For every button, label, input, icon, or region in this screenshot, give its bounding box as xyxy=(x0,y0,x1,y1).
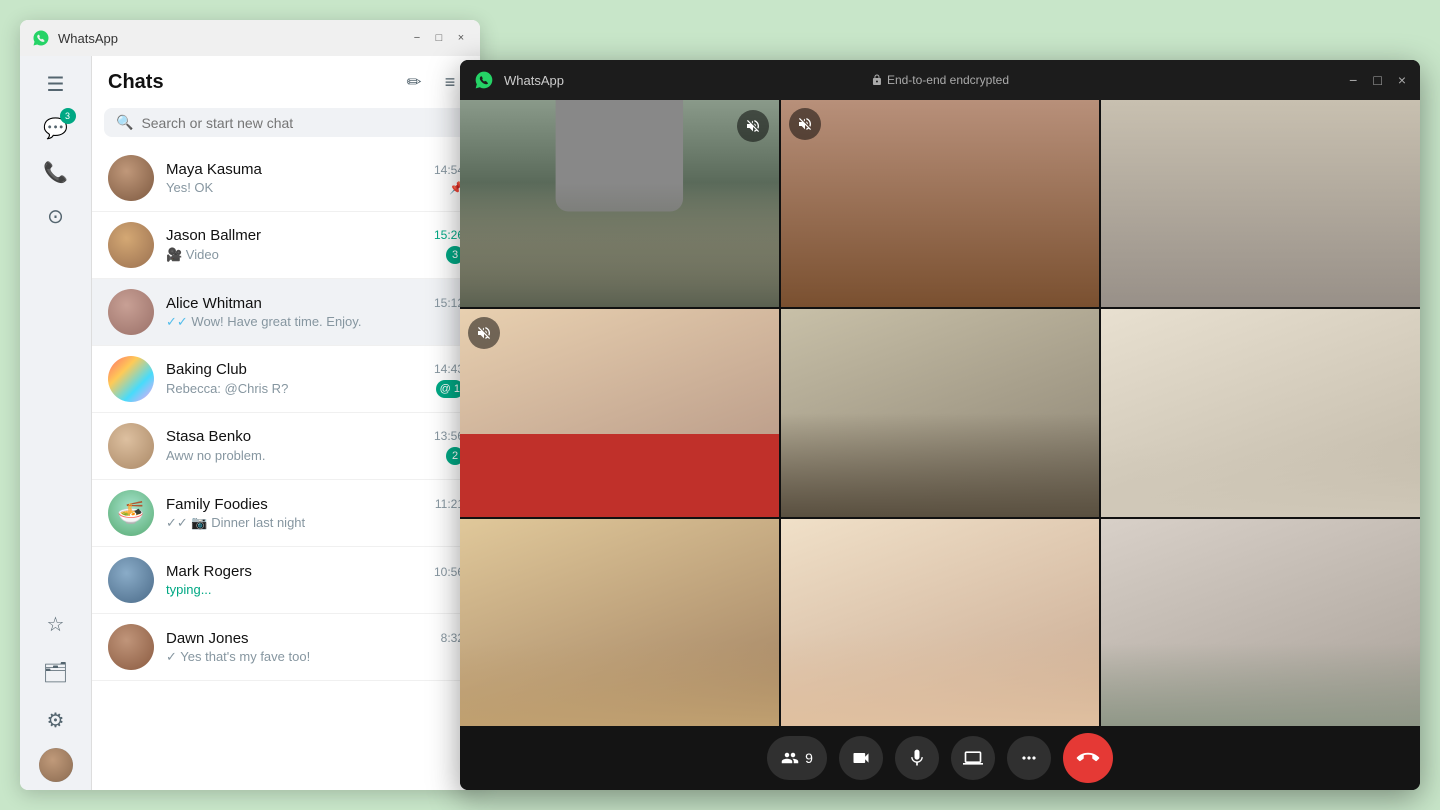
video-cell-9 xyxy=(1101,519,1420,726)
chat-list-header: Chats ✏ ≡ xyxy=(92,56,480,104)
vc-minimize-button[interactable]: − xyxy=(1349,72,1357,88)
mute-indicator-4 xyxy=(468,317,500,349)
chat-item-stasa[interactable]: Stasa Benko 13:56 Aww no problem. 2 xyxy=(92,413,480,480)
chat-name: Stasa Benko xyxy=(166,428,251,445)
chat-info-dawn: Dawn Jones 8:32 ✓ Yes that's my fave too… xyxy=(166,630,464,665)
chat-info-baking: Baking Club 14:43 Rebecca: @Chris R? @ 1 xyxy=(166,361,464,398)
avatar-dawn xyxy=(108,624,154,670)
chat-info-family: Family Foodies 11:21 ✓✓ 📷 Dinner last ni… xyxy=(166,496,464,531)
chat-name: Baking Club xyxy=(166,361,247,378)
vc-whatsapp-logo xyxy=(474,70,494,90)
video-call-window: WhatsApp End-to-end endcrypted − □ × xyxy=(460,60,1420,790)
search-input[interactable] xyxy=(141,115,456,131)
video-cell-7 xyxy=(460,519,779,726)
avatar-jason xyxy=(108,222,154,268)
chat-name: Dawn Jones xyxy=(166,630,249,647)
video-cell-3 xyxy=(1101,100,1420,307)
chat-preview: Yes! OK xyxy=(166,180,213,195)
titlebar: WhatsApp − □ × xyxy=(20,20,480,56)
participants-count: 9 xyxy=(805,750,813,766)
chat-info-alice: Alice Whitman 15:12 ✓✓ Wow! Have great t… xyxy=(166,295,464,330)
video-cell-6 xyxy=(1101,309,1420,516)
video-toggle-button[interactable] xyxy=(839,736,883,780)
chat-panel: Chats ✏ ≡ 🔍 Maya Kasuma 14:54 Ye xyxy=(92,56,480,790)
chat-preview: typing... xyxy=(166,582,212,597)
mic-button[interactable] xyxy=(895,736,939,780)
chat-item-dawn[interactable]: Dawn Jones 8:32 ✓ Yes that's my fave too… xyxy=(92,614,480,681)
sidebar-bottom: ☆ 🗂 ⚙ xyxy=(36,604,76,782)
avatar-baking xyxy=(108,356,154,402)
vc-maximize-button[interactable]: □ xyxy=(1373,72,1381,88)
maximize-button[interactable]: □ xyxy=(432,31,446,45)
sidebar-item-archived[interactable]: 🗂 xyxy=(36,652,76,692)
chat-info-stasa: Stasa Benko 13:56 Aww no problem. 2 xyxy=(166,428,464,465)
video-grid xyxy=(460,100,1420,726)
encrypted-label: End-to-end endcrypted xyxy=(887,73,1009,87)
search-bar: 🔍 xyxy=(104,108,468,137)
chat-item-alice[interactable]: Alice Whitman 15:12 ✓✓ Wow! Have great t… xyxy=(92,279,480,346)
video-cell-8 xyxy=(781,519,1100,726)
avatar-mark xyxy=(108,557,154,603)
chat-item-mark[interactable]: Mark Rogers 10:56 typing... xyxy=(92,547,480,614)
chat-preview: ✓✓ 📷 Dinner last night xyxy=(166,515,305,531)
new-chat-icon[interactable]: ✏ xyxy=(400,68,428,96)
avatar-stasa xyxy=(108,423,154,469)
chat-name: Maya Kasuma xyxy=(166,161,262,178)
chat-name: Mark Rogers xyxy=(166,563,252,580)
chats-title: Chats xyxy=(108,71,164,94)
participants-button[interactable]: 9 xyxy=(767,736,827,780)
video-cell-4 xyxy=(460,309,779,516)
chat-preview: 🎥 Video xyxy=(166,247,219,263)
chat-preview: Rebecca: @Chris R? xyxy=(166,381,288,396)
search-icon: 🔍 xyxy=(116,114,133,131)
chat-info-jason: Jason Ballmer 15:26 🎥 Video 3 xyxy=(166,227,464,264)
mute-indicator-1 xyxy=(737,110,769,142)
whatsapp-logo-icon xyxy=(32,29,50,47)
window-controls: − □ × xyxy=(410,31,468,45)
mute-indicator-2 xyxy=(789,108,821,140)
user-avatar[interactable] xyxy=(39,748,73,782)
avatar-alice xyxy=(108,289,154,335)
chat-item-maya[interactable]: Maya Kasuma 14:54 Yes! OK 📌 xyxy=(92,145,480,212)
sidebar-item-calls[interactable]: 📞 xyxy=(36,152,76,192)
sidebar-item-menu[interactable]: ☰ xyxy=(36,64,76,104)
minimize-button[interactable]: − xyxy=(410,31,424,45)
avatar-maya xyxy=(108,155,154,201)
sidebar-item-status[interactable]: ⊙ xyxy=(36,196,76,236)
vc-window-controls: − □ × xyxy=(1349,72,1406,88)
chat-item-jason[interactable]: Jason Ballmer 15:26 🎥 Video 3 xyxy=(92,212,480,279)
chat-preview: Aww no problem. xyxy=(166,448,265,463)
video-cell-1 xyxy=(460,100,779,307)
chats-badge: 3 xyxy=(60,108,76,124)
chat-name: Jason Ballmer xyxy=(166,227,261,244)
chat-name: Family Foodies xyxy=(166,496,268,513)
sidebar: ☰ 💬 3 📞 ⊙ ☆ 🗂 ⚙ xyxy=(20,56,92,790)
chat-preview: ✓ Yes that's my fave too! xyxy=(166,649,310,665)
window-title: WhatsApp xyxy=(58,31,402,46)
screen-share-button[interactable] xyxy=(951,736,995,780)
video-cell-2 xyxy=(781,100,1100,307)
chat-info-mark: Mark Rogers 10:56 typing... xyxy=(166,563,464,597)
sidebar-item-starred[interactable]: ☆ xyxy=(36,604,76,644)
chat-list: Maya Kasuma 14:54 Yes! OK 📌 Jason Ballme… xyxy=(92,145,480,790)
video-cell-5 xyxy=(781,309,1100,516)
sidebar-item-chats[interactable]: 💬 3 xyxy=(36,108,76,148)
chat-item-family[interactable]: 🍜 Family Foodies 11:21 ✓✓ 📷 Dinner last … xyxy=(92,480,480,547)
avatar-family: 🍜 xyxy=(108,490,154,536)
chat-preview: ✓✓ Wow! Have great time. Enjoy. xyxy=(166,314,361,330)
chat-item-baking[interactable]: Baking Club 14:43 Rebecca: @Chris R? @ 1 xyxy=(92,346,480,413)
whatsapp-background-window: WhatsApp − □ × ☰ 💬 3 📞 ⊙ ☆ 🗂 ⚙ Chats ✏ xyxy=(20,20,480,790)
vc-close-button[interactable]: × xyxy=(1398,72,1406,88)
chat-name: Alice Whitman xyxy=(166,295,262,312)
header-icons: ✏ ≡ xyxy=(400,68,464,96)
more-options-button[interactable] xyxy=(1007,736,1051,780)
end-call-button[interactable] xyxy=(1063,733,1113,783)
vc-controls-bar: 9 xyxy=(460,726,1420,790)
vc-titlebar: WhatsApp End-to-end endcrypted − □ × xyxy=(460,60,1420,100)
sidebar-item-settings[interactable]: ⚙ xyxy=(36,700,76,740)
close-button[interactable]: × xyxy=(454,31,468,45)
vc-encrypted-badge: End-to-end endcrypted xyxy=(871,73,1009,87)
chat-info-maya: Maya Kasuma 14:54 Yes! OK 📌 xyxy=(166,161,464,195)
